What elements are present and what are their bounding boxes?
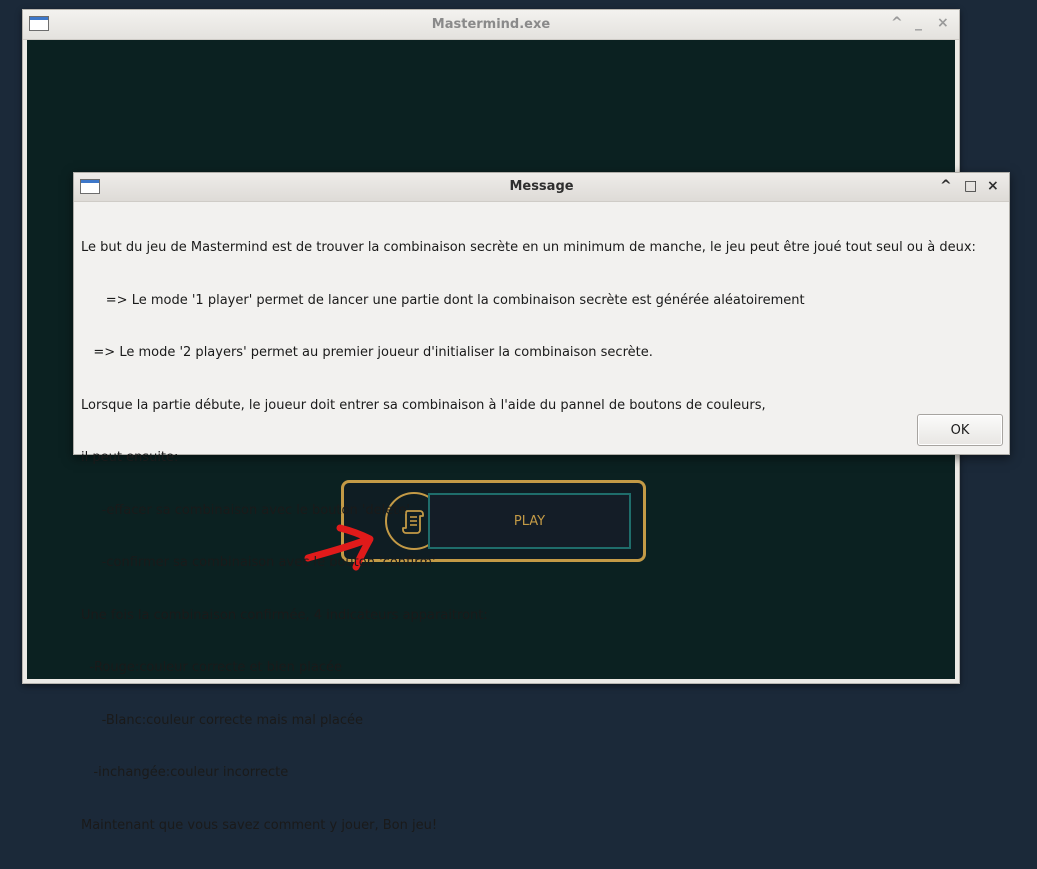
minimize-icon[interactable]: _ xyxy=(915,15,922,31)
message-line: -inchangée:couleur incorrecte xyxy=(81,765,289,780)
maximize-icon[interactable]: ^ xyxy=(891,15,903,31)
message-line: -confirmer sa combinaison avec le bouton… xyxy=(81,555,436,570)
message-text: Le but du jeu de Mastermind est de trouv… xyxy=(81,204,1005,869)
message-dialog: Message ^ □ × Le but du jeu de Mastermin… xyxy=(73,172,1010,833)
dialog-titlebar[interactable]: Message ^ □ × xyxy=(74,173,1009,202)
dialog-maximize-icon[interactable]: ^ xyxy=(940,178,952,194)
message-line: => Le mode '2 players' permet au premier… xyxy=(81,345,653,360)
dialog-close-icon[interactable]: × xyxy=(987,178,999,194)
message-line: Le but du jeu de Mastermind est de trouv… xyxy=(81,240,976,255)
message-line: -Blanc:couleur correcte mais mal placée xyxy=(81,712,363,728)
close-icon[interactable]: × xyxy=(937,15,949,31)
message-line: -effacer sa combinaison avec le bouton '… xyxy=(81,502,410,518)
main-titlebar[interactable]: Mastermind.exe ^ _ × xyxy=(23,10,959,40)
message-line: il peut ensuite: xyxy=(81,450,179,465)
main-window-title: Mastermind.exe xyxy=(431,17,551,32)
ok-button[interactable]: OK xyxy=(917,414,1003,446)
message-line: => Le mode '1 player' permet de lancer u… xyxy=(81,292,805,308)
message-line: Une fois la combinaison confirmée, 4 ind… xyxy=(81,607,488,623)
message-line: -Rouge:couleur correcte et bien placée xyxy=(81,660,342,675)
message-line: Maintenant que vous savez comment y joue… xyxy=(81,817,438,833)
dialog-title: Message xyxy=(509,179,574,194)
dialog-restore-icon[interactable]: □ xyxy=(964,178,977,194)
message-line: Lorsque la partie débute, le joueur doit… xyxy=(81,397,766,413)
